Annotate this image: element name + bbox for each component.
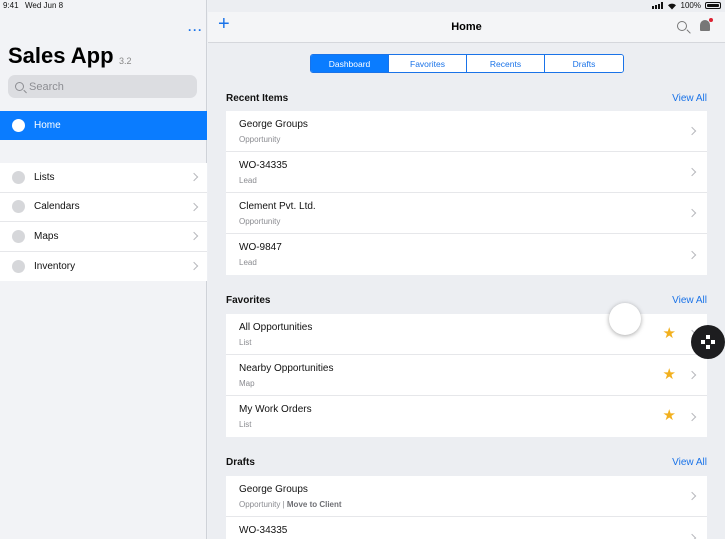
star-icon[interactable]: ★ <box>663 326 676 341</box>
chevron-right-icon <box>687 412 697 421</box>
search-input[interactable] <box>29 80 179 93</box>
item-action: Move to Client <box>286 500 342 509</box>
sidebar-item-label: Lists <box>34 171 55 183</box>
tab-recents[interactable]: Recents <box>467 55 545 72</box>
item-name: WO-9847 <box>239 242 282 253</box>
status-indicators: 100% <box>651 1 721 10</box>
view-all-link[interactable]: View All <box>672 93 707 104</box>
maps-icon <box>12 229 25 243</box>
item-type: List <box>239 338 252 347</box>
list-item[interactable]: Nearby Opportunities Map ★ <box>226 355 707 396</box>
search-icon[interactable] <box>677 21 687 31</box>
main-content: + Home Dashboard Favorites Recents Draft… <box>208 0 725 539</box>
recent-items-list: George Groups Opportunity WO-34335 Lead … <box>226 111 707 275</box>
notification-bell-icon[interactable] <box>700 18 713 31</box>
sidebar-item-inventory[interactable]: Inventory <box>0 252 207 282</box>
item-name: WO-34335 <box>239 525 288 536</box>
section-title: Recent Items <box>226 93 289 104</box>
chevron-right-icon <box>687 491 697 501</box>
list-item[interactable]: WO-9847 Lead <box>226 234 707 275</box>
list-item[interactable]: George Groups Opportunity <box>226 111 707 152</box>
calendars-icon <box>12 200 25 214</box>
tab-drafts[interactable]: Drafts <box>545 55 623 72</box>
item-name: Clement Pvt. Ltd. <box>239 201 316 212</box>
sidebar-nav-list: Lists Calendars Maps Inventory <box>0 163 207 281</box>
sidebar-item-calendars[interactable]: Calendars <box>0 193 207 222</box>
wifi-icon <box>667 3 676 9</box>
tab-favorites[interactable]: Favorites <box>389 55 467 72</box>
section-title: Favorites <box>226 295 271 306</box>
item-name: George Groups <box>239 484 308 495</box>
inventory-icon <box>12 259 25 273</box>
search-bar[interactable] <box>8 75 197 98</box>
tab-dashboard[interactable]: Dashboard <box>311 55 389 72</box>
sidebar-item-label: Inventory <box>34 260 76 272</box>
chevron-right-icon <box>687 167 697 177</box>
chevron-right-icon <box>687 208 697 218</box>
list-item[interactable]: George Groups Opportunity | Move to Clie… <box>226 476 707 517</box>
star-icon[interactable]: ★ <box>663 408 676 423</box>
list-item[interactable]: My Work Orders List ★ <box>226 396 707 437</box>
battery-icon <box>705 2 721 9</box>
status-date: Wed Jun 8 <box>25 1 64 10</box>
item-name: George Groups <box>239 119 308 130</box>
list-item[interactable]: WO-34335 Lead <box>226 152 707 193</box>
item-type: Opportunity <box>239 217 281 226</box>
item-name: All Opportunities <box>239 322 313 333</box>
star-icon[interactable]: ★ <box>663 367 676 382</box>
home-icon <box>12 119 25 132</box>
cellular-signal-icon <box>651 2 663 9</box>
status-bar: 9:41 Wed Jun 8 100% <box>0 0 725 12</box>
item-name: My Work Orders <box>239 404 312 415</box>
status-time: 9:41 <box>3 1 19 10</box>
touch-indicator <box>609 303 641 335</box>
chevron-right-icon <box>189 202 199 211</box>
list-item[interactable]: WO-34335 <box>226 517 707 539</box>
sidebar-item-home[interactable]: Home <box>0 111 207 140</box>
app-version: 3.2 <box>119 56 132 66</box>
item-type: Opportunity <box>239 500 281 509</box>
search-icon <box>15 82 24 91</box>
favorites-list: All Opportunities List ★ Nearby Opportun… <box>226 314 707 437</box>
chevron-right-icon <box>189 173 199 182</box>
recent-items-header: Recent Items View All <box>226 93 707 107</box>
list-item[interactable]: Clement Pvt. Ltd. Opportunity <box>226 193 707 234</box>
sidebar-item-label: Calendars <box>34 201 80 213</box>
chevron-right-icon <box>687 126 697 136</box>
item-type: Opportunity <box>239 135 281 144</box>
item-type: List <box>239 420 252 429</box>
page-title: Home <box>451 21 482 33</box>
section-title: Drafts <box>226 457 255 468</box>
sidebar-item-maps[interactable]: Maps <box>0 222 207 252</box>
chevron-right-icon <box>189 232 199 241</box>
battery-percent: 100% <box>680 1 701 10</box>
item-subtitle: Opportunity | Move to Client <box>239 500 342 509</box>
drafts-header: Drafts View All <box>226 457 707 471</box>
top-navigation-bar: + Home <box>208 12 725 43</box>
sidebar-item-label: Home <box>34 120 61 131</box>
assistive-touch-icon <box>701 335 715 349</box>
lists-icon <box>12 170 25 184</box>
chevron-right-icon <box>687 370 697 380</box>
chevron-right-icon <box>687 250 697 259</box>
item-name: WO-34335 <box>239 160 288 171</box>
sidebar-item-label: Maps <box>34 230 59 242</box>
sidebar: ··· Sales App 3.2 Home Lists Calendars M… <box>0 0 207 539</box>
item-type: Lead <box>239 176 257 185</box>
view-all-link[interactable]: View All <box>672 295 707 306</box>
chevron-right-icon <box>189 262 199 271</box>
item-type: Map <box>239 379 255 388</box>
item-type: Lead <box>239 258 257 267</box>
segmented-tabs: Dashboard Favorites Recents Drafts <box>310 54 624 73</box>
assistive-touch-button[interactable] <box>691 325 725 359</box>
sidebar-item-lists[interactable]: Lists <box>0 163 207 193</box>
drafts-list: George Groups Opportunity | Move to Clie… <box>226 476 707 539</box>
item-name: Nearby Opportunities <box>239 363 334 374</box>
chevron-right-icon <box>687 533 697 539</box>
view-all-link[interactable]: View All <box>672 457 707 468</box>
app-title: Sales App <box>8 43 114 68</box>
more-options-button[interactable]: ··· <box>188 23 203 37</box>
